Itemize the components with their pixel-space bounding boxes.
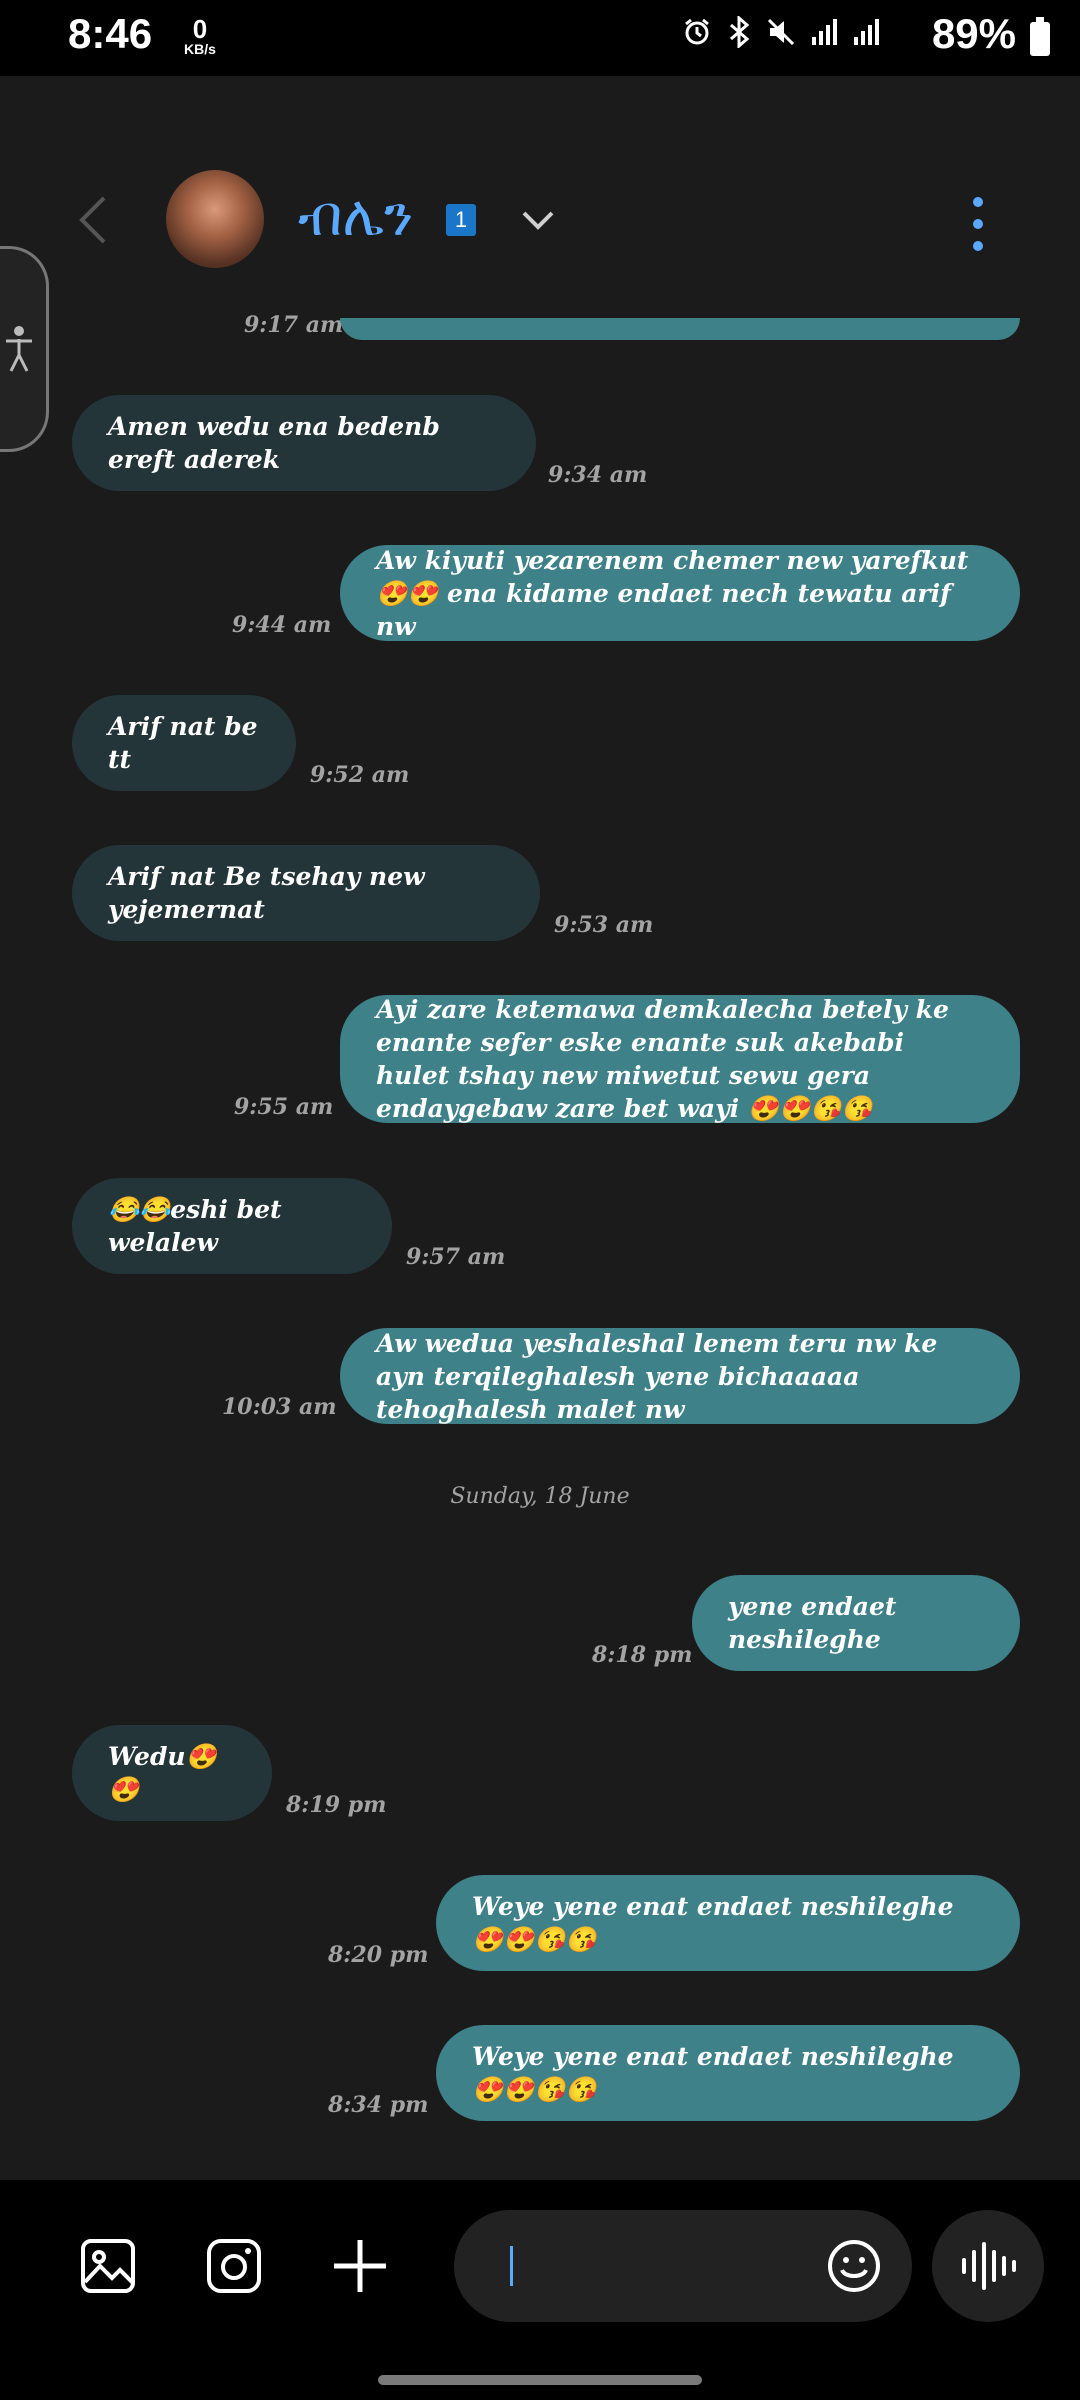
message-time: 9:52 am [310,762,410,788]
bluetooth-icon [730,16,750,48]
message-time: 9:44 am [232,612,332,638]
message-bubble[interactable]: Aw wedua yeshaleshal lenem teru nw ke ay… [340,1328,1020,1424]
waveform-icon [962,2242,1016,2290]
message-time: 9:34 am [548,462,648,488]
message-text: Arif nat be tt [108,712,258,774]
message-time: 10:03 am [222,1394,337,1420]
chevron-down-icon[interactable] [518,200,558,240]
home-indicator[interactable] [378,2375,702,2385]
message-time: 8:19 pm [286,1792,387,1818]
message-bubble[interactable]: Ayi zare ketemawa demkalecha betely ke e… [340,995,1020,1123]
message-input[interactable] [454,2210,912,2322]
message-text: Amen wedu ena bedenb ereft aderek [108,412,440,474]
accessibility-icon [6,326,32,372]
message-text: Ayi zare ketemawa demkalecha betely ke e… [376,995,949,1123]
network-speed-unit: KB/s [184,41,216,57]
message-bubble[interactable]: Arif nat be tt [72,695,296,791]
message-bubble[interactable]: Weye yene enat endaet neshileghe 😍😍😘😘 [436,1875,1020,1971]
message-bubble[interactable]: Weye yene enat endaet neshileghe 😍😍😘😘 [436,2025,1020,2121]
message-bubble[interactable]: 😂😂eshi bet welalew [72,1178,392,1274]
composer-bar [0,2180,1080,2400]
more-options-icon[interactable] [968,194,988,254]
message-time: 9:55 am [234,1094,334,1120]
add-icon[interactable] [332,2238,388,2294]
message-text: Wedu😍😍 [108,1742,217,1804]
camera-icon[interactable] [206,2238,262,2294]
message-text: 😂😂eshi bet welalew [108,1195,282,1257]
status-bar: 8:46 0 KB/s 89% [0,0,1080,76]
sim-badge: 1 [446,204,476,236]
message-bubble[interactable]: Arif nat Be tsehay new yejemernat [72,845,540,941]
message-bubble[interactable]: Amen wedu ena bedenb ereft aderek [72,395,536,491]
message-text: Weye yene enat endaet neshileghe 😍😍😘😘 [472,2042,954,2104]
date-separator: Sunday, 18 June [450,1484,630,1509]
battery-percent: 89% [931,10,1016,57]
voice-record-button[interactable] [932,2210,1044,2322]
status-icons [682,16,880,48]
message-bubble[interactable]: Wedu😍😍 [72,1725,272,1821]
message-text: Aw wedua yeshaleshal lenem teru nw ke ay… [376,1328,938,1424]
message-time: 9:17 am [244,312,344,338]
gallery-icon[interactable] [80,2238,136,2294]
message-time: 8:34 pm [328,2092,429,2118]
mute-icon [767,18,795,46]
battery-icon [1030,17,1050,56]
message-time: 9:57 am [406,1244,506,1270]
signal-icon [812,19,837,45]
message-text: yene endaet neshileghe [728,1592,897,1654]
message-text: Weye yene enat endaet neshileghe 😍😍😘😘 [472,1892,954,1954]
back-arrow-icon[interactable] [70,192,120,248]
signal-icon [854,19,879,45]
emoji-icon[interactable] [826,2238,882,2294]
accessibility-tab[interactable] [0,246,49,452]
message-time: 8:18 pm [592,1642,693,1668]
avatar[interactable] [166,170,264,268]
contact-name[interactable]: ብሌን [298,184,413,250]
message-bubble[interactable] [340,318,1020,340]
conversation-header: ብሌን 1 [0,150,1080,290]
message-text: Arif nat Be tsehay new yejemernat [108,862,425,924]
message-time: 8:20 pm [328,1942,429,1968]
message-bubble[interactable]: yene endaet neshileghe [692,1575,1020,1671]
clock: 8:46 [68,10,153,57]
message-time: 9:53 am [554,912,654,938]
network-speed: 0 KB/s [170,16,230,56]
text-cursor [510,2246,513,2286]
network-speed-value: 0 [192,14,208,44]
message-text: Aw kiyuti yezarenem chemer new yarefkut … [376,545,969,641]
message-bubble[interactable]: Aw kiyuti yezarenem chemer new yarefkut … [340,545,1020,641]
alarm-icon [685,18,709,45]
